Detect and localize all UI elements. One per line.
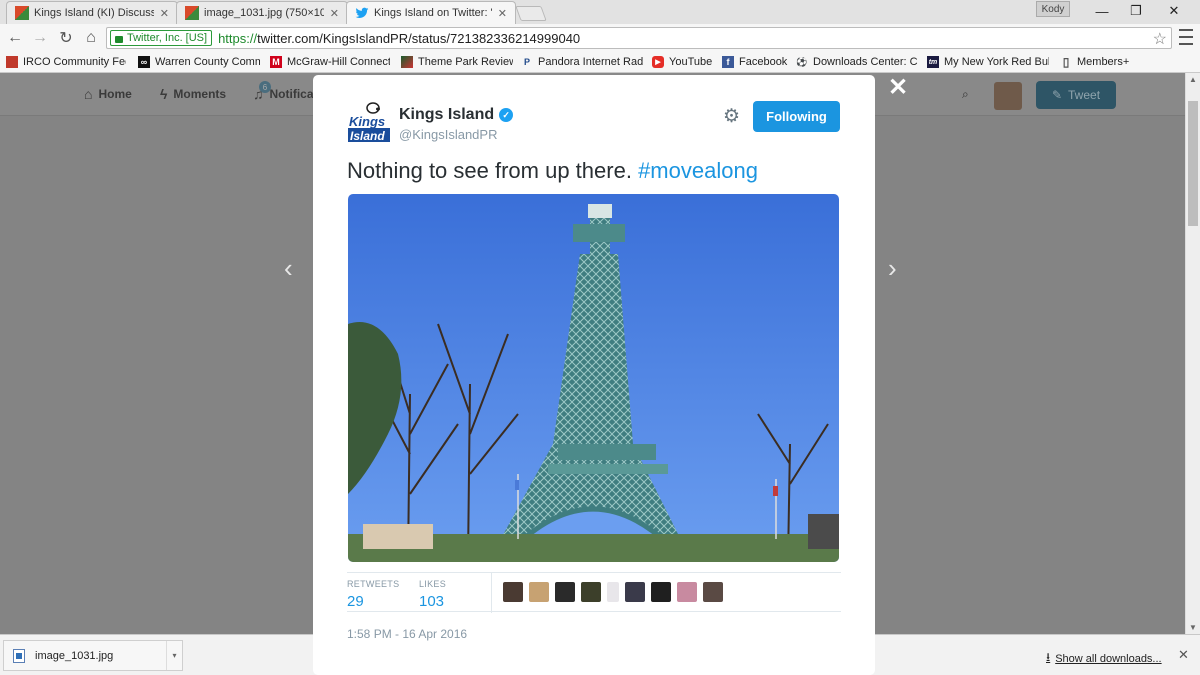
tab-close-icon[interactable]: ✕ xyxy=(498,7,507,20)
bookmark-warren-county[interactable]: ∞ Warren County Comm xyxy=(138,54,260,70)
tweet-timestamp[interactable]: 1:58 PM - 16 Apr 2016 xyxy=(347,627,467,641)
facebook-icon: f xyxy=(722,56,734,68)
scroll-up-icon[interactable]: ▲ xyxy=(1189,75,1197,84)
tweet-button[interactable]: ✎ Tweet xyxy=(1036,81,1116,109)
following-button[interactable]: Following xyxy=(753,101,840,132)
compose-icon: ✎ xyxy=(1051,88,1063,102)
theme-park-review-icon xyxy=(401,56,413,68)
liker-avatar[interactable] xyxy=(529,582,549,602)
avatar[interactable] xyxy=(994,82,1022,110)
bookmark-star-icon[interactable]: ☆ xyxy=(1153,29,1167,49)
tab-close-icon[interactable]: ✕ xyxy=(330,7,339,20)
show-all-downloads-link[interactable]: ⭳ Show all downloads... xyxy=(1046,648,1162,669)
nav-moments[interactable]: ϟ Moments xyxy=(160,86,226,102)
ticketmaster-icon: tm xyxy=(927,56,939,68)
bookmark-downloads-center[interactable]: ⚽ Downloads Center: Cu xyxy=(796,54,918,70)
tweet-stats: RETWEETS 29 LIKES 103 xyxy=(347,572,841,613)
home-button[interactable]: ⌂ xyxy=(80,28,102,48)
download-item[interactable]: image_1031.jpg ▾ xyxy=(3,640,183,671)
ev-certificate-badge[interactable]: Twitter, Inc. [US] xyxy=(110,30,213,46)
liker-avatar[interactable] xyxy=(503,582,523,602)
lightning-icon: ϟ xyxy=(160,86,168,102)
new-tab-button[interactable] xyxy=(515,6,547,21)
bookmark-youtube[interactable]: ▶ YouTube xyxy=(652,54,714,70)
irco-icon xyxy=(6,56,18,68)
infinity-icon: ∞ xyxy=(138,56,150,68)
lock-icon xyxy=(115,35,123,43)
forward-button[interactable]: → xyxy=(29,28,51,48)
stats-divider xyxy=(491,573,492,613)
verified-badge-icon: ✓ xyxy=(499,108,514,122)
tab-close-icon[interactable]: ✕ xyxy=(160,7,169,20)
bookmark-irco[interactable]: IRCO Community Fed xyxy=(6,54,126,70)
twitter-bird-icon xyxy=(355,7,369,19)
liker-avatar[interactable] xyxy=(677,582,697,602)
bookmark-members[interactable]: ▯ Members+ xyxy=(1060,54,1132,70)
browser-toolbar: ← → ↻ ⌂ Twitter, Inc. [US] https://twitt… xyxy=(0,24,1200,51)
nav-home[interactable]: ⌂ Home xyxy=(84,86,132,102)
window-close-button[interactable]: ✕ xyxy=(1152,0,1196,22)
soccer-ball-icon: ⚽ xyxy=(796,56,808,67)
notifications-badge: 6 xyxy=(259,81,271,93)
reload-button[interactable]: ↻ xyxy=(55,28,77,48)
youtube-icon: ▶ xyxy=(652,56,664,68)
page-scrollbar[interactable]: ▲ ▼ xyxy=(1185,73,1200,634)
bookmark-mcgraw-hill[interactable]: M McGraw-Hill Connect xyxy=(270,54,390,70)
tweet-photo[interactable] xyxy=(348,194,839,562)
home-icon: ⌂ xyxy=(84,86,93,102)
browser-menu-icon[interactable] xyxy=(1179,29,1193,45)
bookmark-theme-park-review[interactable]: Theme Park Review xyxy=(401,54,513,70)
liker-avatar[interactable] xyxy=(651,582,671,602)
bookmark-facebook[interactable]: f Facebook xyxy=(722,54,788,70)
page-icon: ▯ xyxy=(1062,55,1070,69)
hashtag-link[interactable]: #movealong xyxy=(638,158,758,183)
previous-arrow-icon[interactable]: ‹ xyxy=(284,253,293,284)
scroll-down-icon[interactable]: ▼ xyxy=(1189,623,1197,632)
retweets-stat[interactable]: RETWEETS 29 xyxy=(347,579,399,610)
tab-twitter[interactable]: Kings Island on Twitter: "N ✕ xyxy=(346,1,516,24)
likes-stat[interactable]: LIKES 103 xyxy=(419,579,446,610)
pandora-icon: P xyxy=(523,57,530,67)
mcgraw-hill-icon: M xyxy=(270,56,282,68)
scroll-thumb[interactable] xyxy=(1188,101,1198,226)
url-text[interactable]: https://twitter.com/KingsIslandPR/status… xyxy=(218,31,580,46)
svg-text:Island: Island xyxy=(350,129,385,143)
liker-avatar[interactable] xyxy=(703,582,723,602)
user-name[interactable]: Kings Island ✓ xyxy=(399,106,514,124)
address-bar[interactable]: Twitter, Inc. [US] https://twitter.com/K… xyxy=(106,27,1172,49)
liker-avatar[interactable] xyxy=(625,582,645,602)
image-favicon xyxy=(185,6,199,20)
liker-avatar[interactable] xyxy=(581,582,601,602)
liker-avatar[interactable] xyxy=(555,582,575,602)
chevron-down-icon[interactable]: ▾ xyxy=(166,641,182,670)
search-icon[interactable]: ⌕ xyxy=(962,87,969,102)
bookmark-ny-red-bulls[interactable]: tm My New York Red Bull xyxy=(927,54,1049,70)
liker-avatars xyxy=(503,582,729,602)
bookmarks-bar: IRCO Community Fed ∞ Warren County Comm M… xyxy=(0,51,1200,73)
tab-strip: Kings Island (KI) Discussio ✕ image_1031… xyxy=(0,0,1200,24)
image-file-icon xyxy=(13,648,25,663)
liker-avatar[interactable] xyxy=(607,582,619,602)
profile-button[interactable]: Kody xyxy=(1036,1,1070,17)
download-icon: ⭳ xyxy=(1046,650,1051,664)
tweet-modal: Kings Island Kings Island ✓ @KingsIslandP… xyxy=(313,75,875,675)
gear-icon[interactable]: ⚙ xyxy=(723,105,740,128)
tweet-text: Nothing to see from up there. #movealong xyxy=(347,158,758,183)
tab-image[interactable]: image_1031.jpg (750×100 ✕ xyxy=(176,1,348,24)
back-button[interactable]: ← xyxy=(4,28,26,48)
tab-kings-island-discussion[interactable]: Kings Island (KI) Discussio ✕ xyxy=(6,1,178,24)
forum-favicon xyxy=(15,6,29,20)
user-handle[interactable]: @KingsIslandPR xyxy=(399,127,497,142)
kings-island-logo[interactable]: Kings Island xyxy=(347,101,391,143)
next-arrow-icon[interactable]: › xyxy=(888,253,897,284)
bookmark-pandora[interactable]: P Pandora Internet Radi xyxy=(521,54,643,70)
close-icon[interactable]: ✕ xyxy=(1178,647,1189,663)
svg-text:Kings: Kings xyxy=(349,114,385,129)
close-icon[interactable]: ✕ xyxy=(888,73,908,102)
